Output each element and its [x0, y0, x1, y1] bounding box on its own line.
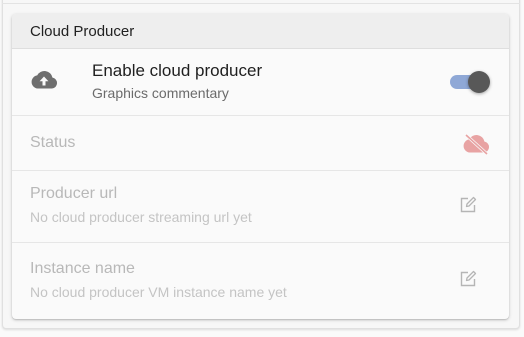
instance-name-value: No cloud producer VM instance name yet	[30, 284, 287, 300]
edit-producer-url-icon[interactable]	[459, 196, 477, 214]
toggle-thumb[interactable]	[468, 71, 490, 93]
cloud-off-icon	[462, 133, 490, 156]
enable-cloud-producer-label: Enable cloud producer	[92, 61, 263, 80]
cloud-upload-icon	[30, 69, 58, 91]
enable-cloud-producer-row[interactable]: Enable cloud producer Graphics commentar…	[12, 49, 509, 116]
edit-instance-name-icon[interactable]	[459, 270, 477, 288]
instance-name-label: Instance name	[30, 260, 135, 277]
card-title: Cloud Producer	[30, 22, 135, 40]
cloud-producer-card: Cloud Producer Enable cloud producer Gra…	[12, 14, 509, 319]
status-label: Status	[30, 134, 76, 151]
status-row: Status	[12, 116, 509, 171]
top-divider	[2, 3, 520, 4]
producer-url-row[interactable]: Producer url No cloud producer streaming…	[12, 171, 509, 243]
enable-cloud-producer-subtitle: Graphics commentary	[92, 85, 229, 101]
producer-url-label: Producer url	[30, 185, 118, 202]
producer-url-value: No cloud producer streaming url yet	[30, 209, 252, 225]
card-header: Cloud Producer	[12, 14, 509, 49]
enable-cloud-producer-toggle[interactable]	[450, 70, 492, 94]
instance-name-row[interactable]: Instance name No cloud producer VM insta…	[12, 243, 509, 319]
